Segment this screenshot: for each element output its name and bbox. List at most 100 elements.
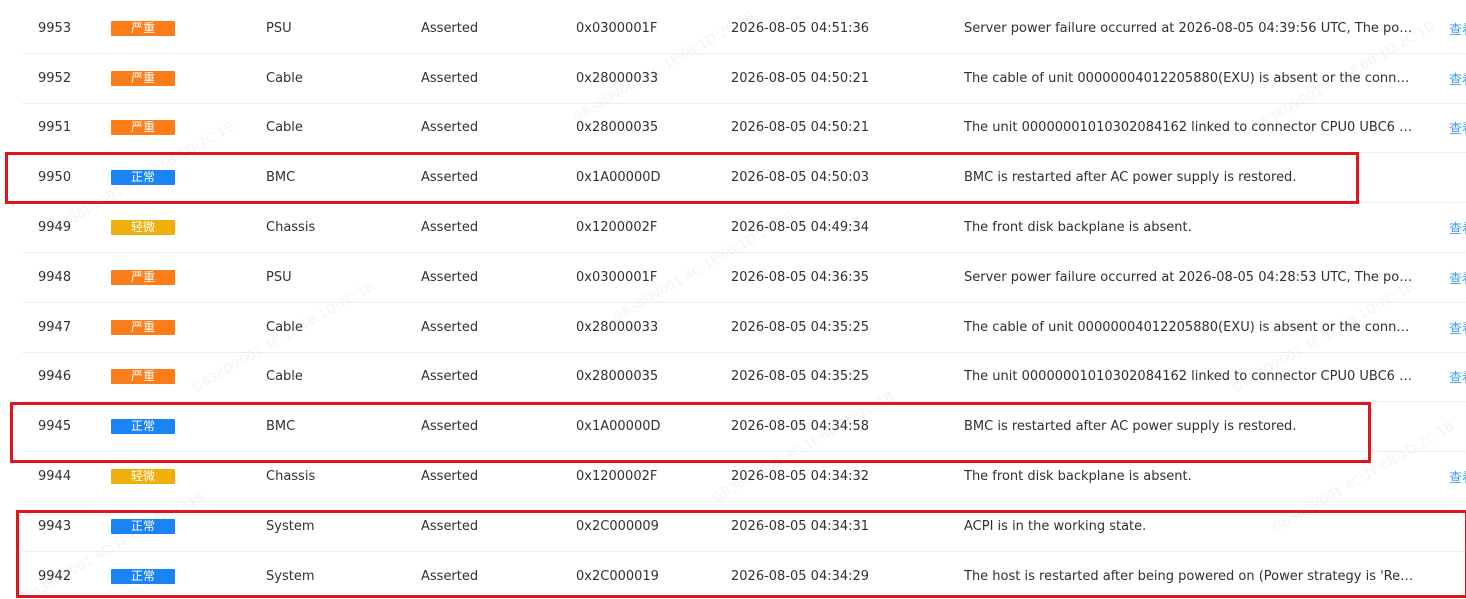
severity-cell: 严重 [111,253,181,302]
view-detail-link[interactable]: 查看 [1449,452,1466,501]
event-id: 9945 [38,419,72,435]
event-time: 2026-08-05 04:35:25 [731,319,870,335]
event-type: Chassis [266,220,316,236]
event-code: 0x0300001F [576,269,658,285]
event-code: 0x28000035 [576,120,659,136]
event-status: Asserted [421,120,479,136]
event-type: Cable [266,369,303,385]
severity-cell: 正常 [111,552,181,599]
event-code: 0x0300001F [576,20,658,36]
event-status: Asserted [421,70,479,86]
table-row: 9944 轻微 Chassis Asserted 0x1200002F 2026-08-0… [22,452,1466,502]
view-detail-link[interactable]: 查看 [1449,4,1466,53]
event-description-cell: The cable of unit 00000004012205880(EXU)… [964,303,1416,352]
event-type: Cable [266,120,303,136]
event-type: System [266,518,315,534]
severity-cell: 轻微 [111,203,181,252]
event-time: 2026-08-05 04:34:58 [731,419,870,435]
event-type: PSU [266,20,292,36]
event-description-cell: The unit 00000001010302084162 linked to … [964,104,1416,153]
severity-badge: 正常 [111,568,175,584]
view-detail-link[interactable]: 查看 [1449,104,1466,153]
event-description-cell: BMC is restarted after AC power supply i… [964,402,1416,451]
severity-badge: 轻微 [111,220,175,236]
view-detail-link[interactable]: 查看 [1449,303,1466,352]
event-status: Asserted [421,518,479,534]
event-description: The front disk backplane is absent. [964,220,1192,236]
severity-cell: 严重 [111,353,181,402]
event-description-cell: The host is restarted after being powere… [964,552,1416,599]
event-id: 9951 [38,120,72,136]
event-status: Asserted [421,269,479,285]
event-type: BMC [266,419,296,435]
event-id: 9946 [38,369,72,385]
event-id: 9944 [38,469,72,485]
event-id: 9947 [38,319,72,335]
event-code: 0x28000035 [576,369,659,385]
event-code: 0x28000033 [576,319,659,335]
event-table: 9953 严重 PSU Asserted 0x0300001F 2026-08-05 04… [0,4,1466,599]
event-status: Asserted [421,220,479,236]
severity-badge: 严重 [111,369,175,385]
event-description: BMC is restarted after AC power supply i… [964,170,1297,186]
event-id: 9948 [38,269,72,285]
event-description: ACPI is in the working state. [964,518,1147,534]
event-description: The front disk backplane is absent. [964,469,1192,485]
event-description: The cable of unit 00000004012205880(EXU)… [964,319,1416,335]
event-type: System [266,568,315,584]
table-row: 9942 正常 System Asserted 0x2C000019 2026-08-05… [22,552,1466,599]
event-time: 2026-08-05 04:50:21 [731,70,870,86]
event-time: 2026-08-05 04:34:32 [731,469,870,485]
event-log-page: GB38DV001 4C:1F:6B:1D:2C:1B GB38DV001 4C… [0,0,1466,599]
event-code: 0x1200002F [576,469,658,485]
event-time: 2026-08-05 04:35:25 [731,369,870,385]
event-code: 0x1A00000D [576,170,661,186]
table-row: 9951 严重 Cable Asserted 0x28000035 2026-08-05 … [22,104,1466,154]
event-description: BMC is restarted after AC power supply i… [964,419,1297,435]
event-description: Server power failure occurred at 2026-08… [964,269,1416,285]
view-detail-link[interactable]: 查看 [1449,54,1466,103]
event-description-cell: The front disk backplane is absent. [964,203,1416,252]
event-time: 2026-08-05 04:36:35 [731,269,870,285]
event-type: PSU [266,269,292,285]
table-row: 9953 严重 PSU Asserted 0x0300001F 2026-08-05 04… [22,4,1466,54]
table-row: 9947 严重 Cable Asserted 0x28000033 2026-08-05 … [22,303,1466,353]
view-detail-link[interactable]: 查看 [1449,353,1466,402]
severity-cell: 正常 [111,402,181,451]
severity-badge: 严重 [111,269,175,285]
severity-badge: 严重 [111,70,175,86]
event-id: 9952 [38,70,72,86]
table-row: 9945 正常 BMC Asserted 0x1A00000D 2026-08-05 04… [22,402,1466,453]
table-row: 9949 轻微 Chassis Asserted 0x1200002F 2026-08-0… [22,203,1466,253]
table-row: 9946 严重 Cable Asserted 0x28000035 2026-08-05 … [22,353,1466,403]
event-description-cell: The cable of unit 00000004012205880(EXU)… [964,54,1416,103]
severity-badge: 正常 [111,518,175,534]
event-description-cell: The unit 00000001010302084162 linked to … [964,353,1416,402]
event-description-cell: BMC is restarted after AC power supply i… [964,153,1416,202]
event-time: 2026-08-05 04:34:29 [731,568,870,584]
event-status: Asserted [421,419,479,435]
event-type: Chassis [266,469,316,485]
event-id: 9943 [38,518,72,534]
view-detail-link[interactable]: 查看 [1449,203,1466,252]
severity-cell: 正常 [111,502,181,551]
table-row: 9950 正常 BMC Asserted 0x1A00000D 2026-08-05 04… [22,153,1466,204]
event-description: The cable of unit 00000004012205880(EXU)… [964,70,1416,86]
table-row: 9948 严重 PSU Asserted 0x0300001F 2026-08-05 04… [22,253,1466,303]
event-description-cell: ACPI is in the working state. [964,502,1416,551]
view-detail-link[interactable]: 查看 [1449,253,1466,302]
event-time: 2026-08-05 04:49:34 [731,220,870,236]
event-description-cell: Server power failure occurred at 2026-08… [964,4,1416,53]
severity-cell: 轻微 [111,452,181,501]
table-row: 9943 正常 System Asserted 0x2C000009 2026-08-05… [22,502,1466,552]
severity-cell: 严重 [111,303,181,352]
severity-badge: 正常 [111,419,175,435]
event-code: 0x28000033 [576,70,659,86]
event-type: Cable [266,319,303,335]
event-description: The unit 00000001010302084162 linked to … [964,120,1416,136]
event-time: 2026-08-05 04:50:03 [731,170,870,186]
event-type: BMC [266,170,296,186]
event-description-cell: Server power failure occurred at 2026-08… [964,253,1416,302]
severity-badge: 正常 [111,170,175,186]
severity-cell: 严重 [111,104,181,153]
